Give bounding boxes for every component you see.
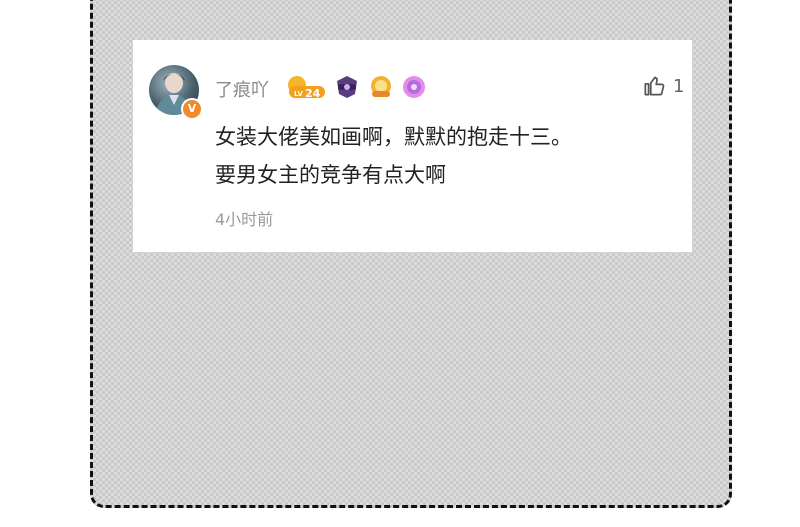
comment-card: V 了痕吖 LV 24 1 女装大佬美如画啊，默默的抱走十三。 要男女主的竞争有… <box>133 40 692 252</box>
thumbs-up-icon <box>644 76 665 96</box>
verified-badge: V <box>181 98 203 120</box>
comment-text: 女装大佬美如画啊，默默的抱走十三。 要男女主的竞争有点大啊 <box>215 118 675 194</box>
level-badge-icon: LV 24 <box>288 76 325 100</box>
username[interactable]: 了痕吖 <box>215 76 269 102</box>
user-badges: LV 24 <box>285 73 427 101</box>
comment-line-2: 要男女主的竞争有点大啊 <box>215 163 446 187</box>
pink-gem-icon <box>403 76 425 98</box>
like-button[interactable]: 1 <box>641 73 684 99</box>
comment-timestamp: 4小时前 <box>215 210 274 229</box>
like-count: 1 <box>673 75 685 97</box>
svg-text:24: 24 <box>305 87 321 100</box>
svg-text:LV: LV <box>294 90 303 98</box>
gold-medal-icon <box>371 76 391 97</box>
comment-line-1: 女装大佬美如画啊，默默的抱走十三。 <box>215 125 572 149</box>
purple-medal-icon <box>337 76 357 98</box>
